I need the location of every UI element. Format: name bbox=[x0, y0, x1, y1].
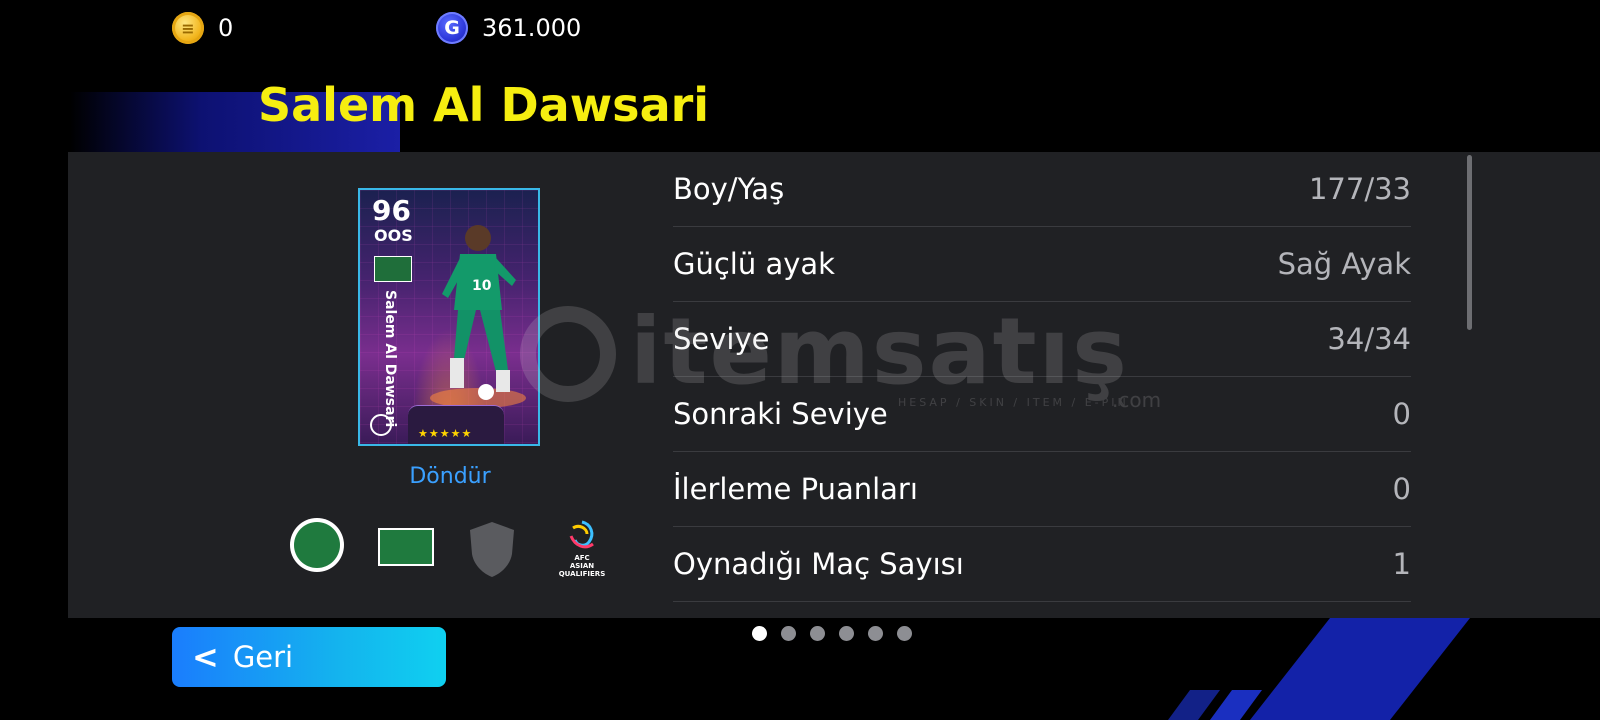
page-dot-2[interactable] bbox=[781, 626, 796, 641]
stat-value: 177/33 bbox=[1308, 172, 1411, 206]
page-dot-3[interactable] bbox=[810, 626, 825, 641]
stat-row-strong-foot: Güçlü ayak Sağ Ayak bbox=[673, 227, 1411, 302]
back-button-label: Geri bbox=[232, 640, 294, 674]
stat-row-next-level: Sonraki Seviye 0 bbox=[673, 377, 1411, 452]
stat-label: İlerleme Puanları bbox=[673, 472, 918, 506]
stat-label: Oynadığı Maç Sayısı bbox=[673, 547, 964, 581]
player-card[interactable]: 10 96 OOS Salem Al Dawsari ★★★★★ bbox=[358, 188, 540, 446]
card-flag-icon bbox=[374, 256, 412, 282]
stat-row-height-age: Boy/Yaş 177/33 bbox=[673, 152, 1411, 227]
gold-coin-amount: 0 bbox=[218, 14, 234, 42]
back-button[interactable]: < Geri bbox=[172, 627, 446, 687]
gp-coin-icon: G bbox=[436, 12, 468, 44]
national-team-emblem-icon bbox=[290, 518, 344, 572]
scrollbar[interactable] bbox=[1467, 155, 1472, 330]
stat-value: 1 bbox=[1392, 547, 1411, 581]
card-rating: 96 bbox=[372, 194, 411, 227]
stat-label: Boy/Yaş bbox=[673, 172, 785, 206]
page-dot-1[interactable] bbox=[752, 626, 767, 641]
gp-amount: 361.000 bbox=[482, 14, 582, 42]
rotate-card-link[interactable]: Döndür bbox=[400, 464, 500, 489]
stat-row-matches-played: Oynadığı Maç Sayısı 1 bbox=[673, 527, 1411, 602]
svg-text:10: 10 bbox=[472, 278, 492, 294]
stat-value: 0 bbox=[1392, 397, 1411, 431]
afc-line2: ASIAN bbox=[569, 562, 595, 570]
page-dot-5[interactable] bbox=[868, 626, 883, 641]
page-dot-4[interactable] bbox=[839, 626, 854, 641]
page-indicator bbox=[752, 626, 912, 641]
player-image: 10 bbox=[430, 225, 526, 408]
stat-row-level: Seviye 34/34 bbox=[673, 302, 1411, 377]
afc-line1: AFC bbox=[574, 554, 590, 562]
stat-row-progress-points: İlerleme Puanları 0 bbox=[673, 452, 1411, 527]
afc-asian-qualifiers-logo-icon: AFC ASIAN QUALIFIERS bbox=[556, 520, 608, 578]
card-stars: ★★★★★ bbox=[418, 427, 473, 440]
afc-emblem-icon bbox=[569, 520, 594, 549]
gold-coin-icon: ≡ bbox=[172, 12, 204, 44]
stat-label: Güçlü ayak bbox=[673, 247, 835, 281]
stat-value: 34/34 bbox=[1327, 322, 1411, 356]
nationality-flag-icon bbox=[378, 528, 434, 566]
card-position: OOS bbox=[374, 226, 413, 245]
page-title: Salem Al Dawsari bbox=[258, 78, 710, 132]
stat-label: Sonraki Seviye bbox=[673, 397, 888, 431]
stat-value: 0 bbox=[1392, 472, 1411, 506]
card-player-name: Salem Al Dawsari bbox=[382, 290, 398, 428]
page-dot-6[interactable] bbox=[897, 626, 912, 641]
gp-balance: G 361.000 bbox=[436, 12, 581, 44]
afc-line3: QUALIFIERS bbox=[558, 570, 606, 578]
efootball-logo-icon bbox=[370, 414, 392, 436]
stat-label: Seviye bbox=[673, 322, 770, 356]
player-stats-list: Boy/Yaş 177/33 Güçlü ayak Sağ Ayak Seviy… bbox=[673, 152, 1411, 602]
club-shield-icon bbox=[470, 522, 514, 577]
gold-coin-balance: ≡ 0 bbox=[172, 12, 233, 44]
chevron-left-icon: < bbox=[192, 638, 219, 676]
stat-value: Sağ Ayak bbox=[1277, 247, 1411, 281]
